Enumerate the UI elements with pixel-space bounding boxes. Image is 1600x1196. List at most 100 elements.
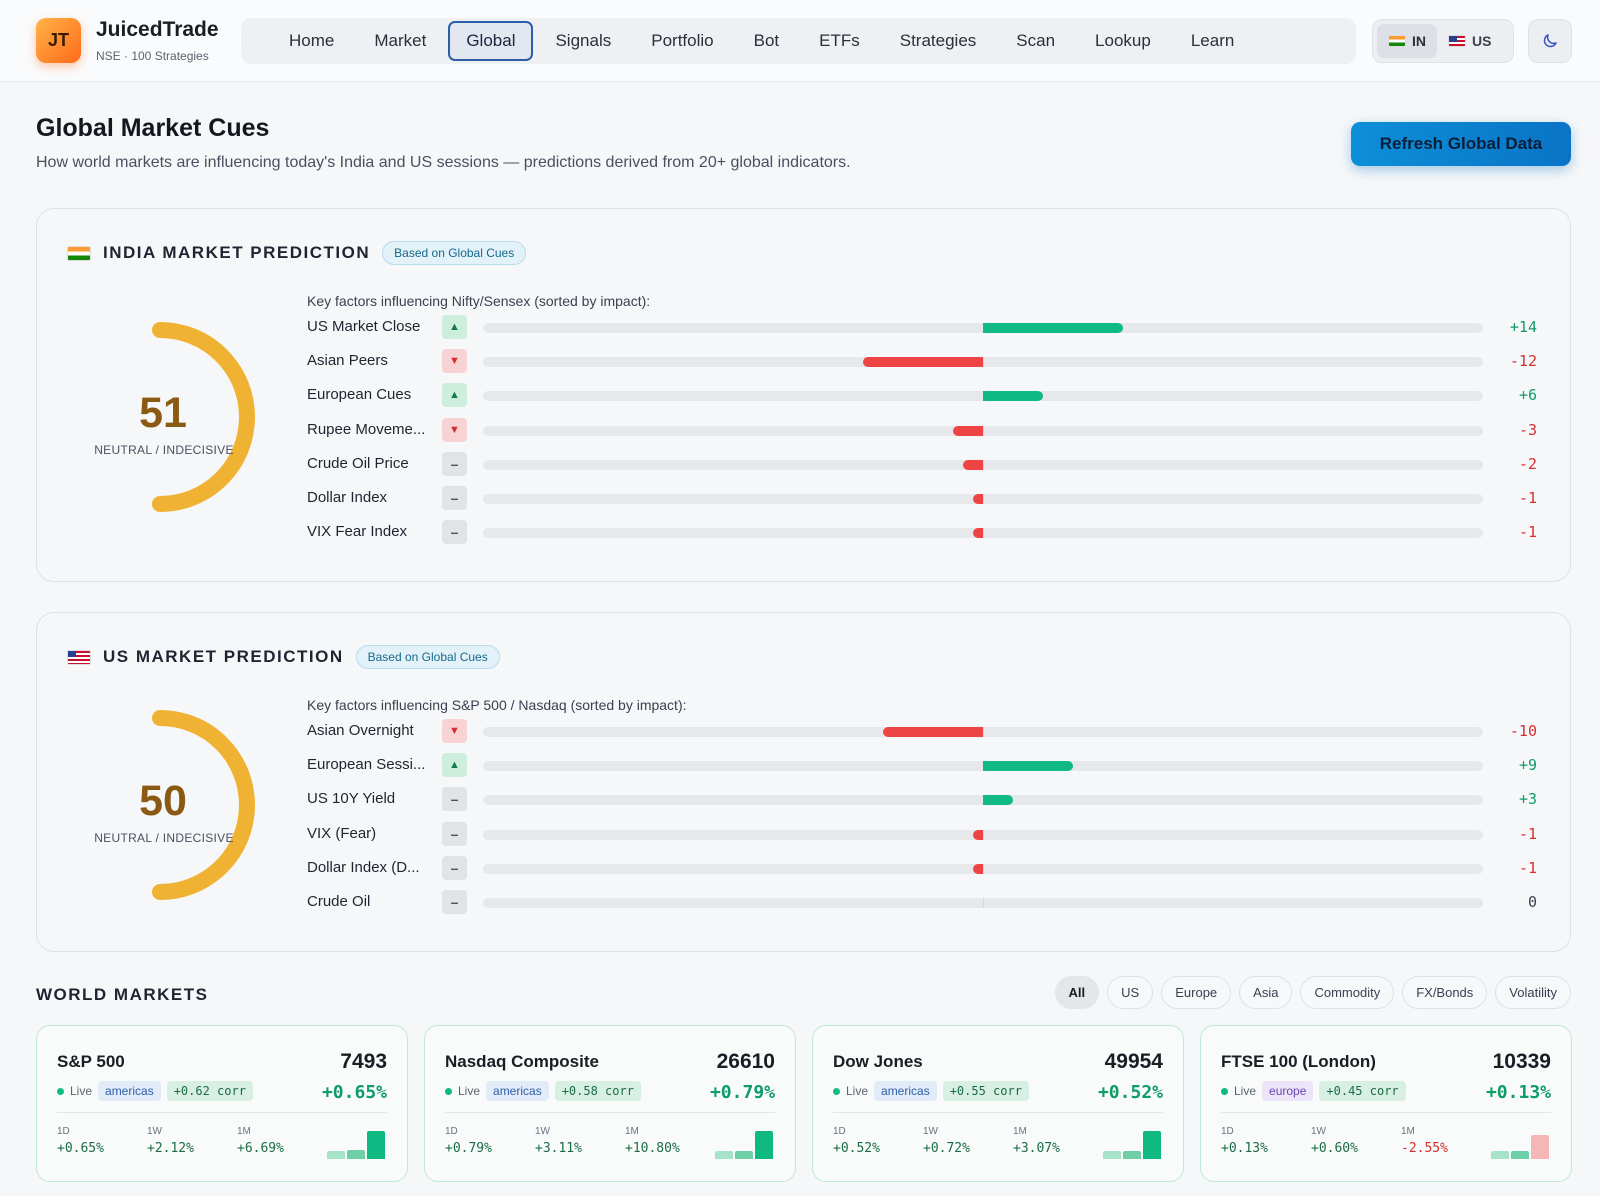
period-label: 1D bbox=[57, 1126, 70, 1137]
nav-signals[interactable]: Signals bbox=[537, 21, 629, 61]
market-card-nasdaq-composite[interactable]: Nasdaq Composite 26610 Live americas +0.58 c… bbox=[424, 1025, 796, 1182]
factor-center-line bbox=[983, 863, 984, 874]
correlation-badge: +0.45 corr bbox=[1319, 1081, 1406, 1101]
period-1w: 1W +0.60% bbox=[1311, 1126, 1358, 1156]
dash-icon: – bbox=[442, 787, 467, 812]
spark-bar bbox=[1531, 1135, 1549, 1159]
region-badge: europe bbox=[1262, 1081, 1314, 1101]
factor-impact-bar bbox=[863, 357, 983, 368]
period-1m: 1M -2.55% bbox=[1401, 1126, 1448, 1156]
period-label: 1M bbox=[625, 1126, 639, 1137]
filter-chip-commodity[interactable]: Commodity bbox=[1300, 976, 1395, 1009]
period-1d: 1D +0.65% bbox=[57, 1126, 104, 1156]
factor-value: -10 bbox=[1509, 722, 1537, 740]
factor-impact-track bbox=[483, 795, 1483, 806]
factor-row: Crude Oil – 0 bbox=[307, 890, 1537, 916]
spark-bar bbox=[1511, 1151, 1529, 1159]
market-card-dow-jones[interactable]: Dow Jones 49954 Live americas +0.55 corr +0.5… bbox=[812, 1025, 1184, 1182]
factor-row: VIX Fear Index – -1 bbox=[307, 520, 1537, 546]
region-badge: americas bbox=[98, 1081, 161, 1101]
filter-chip-asia[interactable]: Asia bbox=[1239, 976, 1293, 1009]
market-card-s-p-500[interactable]: S&P 500 7493 Live americas +0.62 corr +0.65% 1… bbox=[36, 1025, 408, 1182]
arrow-up-icon: ▲ bbox=[442, 315, 467, 339]
period-1m: 1M +3.07% bbox=[1013, 1126, 1060, 1156]
live-label: Live bbox=[1234, 1084, 1257, 1098]
india-score-gauge: 51 NEUTRAL / INDECISIVE bbox=[93, 317, 273, 517]
factor-center-line bbox=[983, 494, 984, 504]
filter-chip-us[interactable]: US bbox=[1107, 976, 1154, 1009]
factor-value: +6 bbox=[1518, 386, 1537, 405]
factor-row: European Cues ▲ +6 bbox=[307, 383, 1537, 409]
factor-name: US Market Close bbox=[307, 318, 421, 335]
nav-lookup[interactable]: Lookup bbox=[1077, 21, 1169, 61]
market-in-button[interactable]: IN bbox=[1377, 24, 1437, 58]
factor-impact-bar bbox=[983, 795, 1013, 806]
live-label: Live bbox=[70, 1084, 93, 1098]
theme-toggle-button[interactable] bbox=[1528, 19, 1572, 63]
market-card-ftse-100-london[interactable]: FTSE 100 (London) 10339 Live europe +0.45 co… bbox=[1200, 1025, 1572, 1182]
nav-learn[interactable]: Learn bbox=[1173, 21, 1252, 61]
period-label: 1D bbox=[1221, 1126, 1234, 1137]
factor-impact-bar bbox=[963, 459, 983, 470]
market-us-button[interactable]: US bbox=[1437, 24, 1502, 58]
factor-impact-track bbox=[483, 898, 1483, 908]
nav-bot[interactable]: Bot bbox=[736, 21, 798, 61]
arrow-down-icon: ▼ bbox=[442, 349, 467, 374]
spark-bar bbox=[1143, 1131, 1161, 1159]
market-change: +0.79% bbox=[709, 1082, 775, 1103]
india-panel-header: INDIA MARKET PREDICTION Based on Global … bbox=[67, 241, 527, 265]
period-label: 1W bbox=[535, 1126, 550, 1137]
correlation-badge: +0.62 corr bbox=[166, 1081, 253, 1101]
factor-impact-bar bbox=[983, 761, 1073, 772]
spark-bar bbox=[347, 1150, 365, 1159]
correlation-badge: +0.58 corr bbox=[554, 1081, 641, 1101]
factor-name: VIX (Fear) bbox=[307, 824, 377, 842]
us-score-value: 50 bbox=[139, 777, 187, 825]
card-divider bbox=[833, 1112, 1163, 1113]
us-factors-caption: Key factors influencing S&P 500 / Nasdaq… bbox=[307, 697, 687, 713]
period-1d: 1D +0.13% bbox=[1221, 1126, 1268, 1156]
period-label: 1W bbox=[147, 1126, 162, 1137]
dash-icon: – bbox=[442, 855, 467, 880]
nav-home[interactable]: Home bbox=[271, 21, 352, 61]
app-logo[interactable]: JT bbox=[36, 18, 81, 63]
nav-portfolio[interactable]: Portfolio bbox=[633, 21, 731, 61]
nav-scan[interactable]: Scan bbox=[998, 21, 1073, 61]
arrow-up-icon: ▲ bbox=[442, 383, 467, 408]
region-badge: americas bbox=[874, 1081, 937, 1101]
period-label: 1M bbox=[1401, 1126, 1415, 1137]
nav-global[interactable]: Global bbox=[448, 21, 534, 61]
factor-row: Asian Overnight ▼ -10 bbox=[307, 719, 1537, 745]
factor-impact-bar bbox=[953, 425, 983, 436]
period-sparkbars bbox=[1103, 1131, 1163, 1159]
factor-center-line bbox=[983, 357, 984, 368]
factor-value: -12 bbox=[1509, 352, 1537, 371]
market-in-label: IN bbox=[1412, 33, 1426, 49]
market-change: +0.65% bbox=[321, 1082, 387, 1103]
filter-chip-all[interactable]: All bbox=[1054, 976, 1100, 1009]
nav-etfs[interactable]: ETFs bbox=[801, 21, 878, 61]
market-meta: Live americas +0.58 corr bbox=[445, 1081, 641, 1101]
refresh-global-data-button[interactable]: Refresh Global Data bbox=[1351, 122, 1571, 166]
world-markets-title: WORLD MARKETS bbox=[36, 985, 209, 1004]
factor-row: US 10Y Yield – +3 bbox=[307, 787, 1537, 813]
factor-value: -1 bbox=[1518, 489, 1537, 507]
period-1w: 1W +3.11% bbox=[535, 1126, 582, 1156]
spark-bar bbox=[1103, 1151, 1121, 1159]
factor-name: European Cues bbox=[307, 386, 412, 404]
nav-strategies[interactable]: Strategies bbox=[882, 21, 995, 61]
nav-market[interactable]: Market bbox=[356, 21, 444, 61]
india-prediction-panel: INDIA MARKET PREDICTION Based on Global … bbox=[36, 208, 1571, 582]
filter-chip-fx-bonds[interactable]: FX/Bonds bbox=[1402, 976, 1488, 1009]
period-sparkbars bbox=[327, 1131, 387, 1159]
us-panel-header: US MARKET PREDICTION Based on Global Cue… bbox=[67, 645, 500, 669]
live-dot-icon bbox=[445, 1087, 452, 1095]
india-score-label: NEUTRAL / INDECISIVE bbox=[94, 443, 234, 457]
us-flag-icon bbox=[67, 649, 91, 665]
dash-icon: – bbox=[442, 821, 467, 846]
filter-chip-volatility[interactable]: Volatility bbox=[1495, 976, 1571, 1009]
market-price: 7493 bbox=[340, 1050, 387, 1073]
factor-value: -2 bbox=[1518, 454, 1537, 473]
filter-chip-europe[interactable]: Europe bbox=[1161, 976, 1232, 1009]
factor-value: -3 bbox=[1518, 420, 1537, 439]
